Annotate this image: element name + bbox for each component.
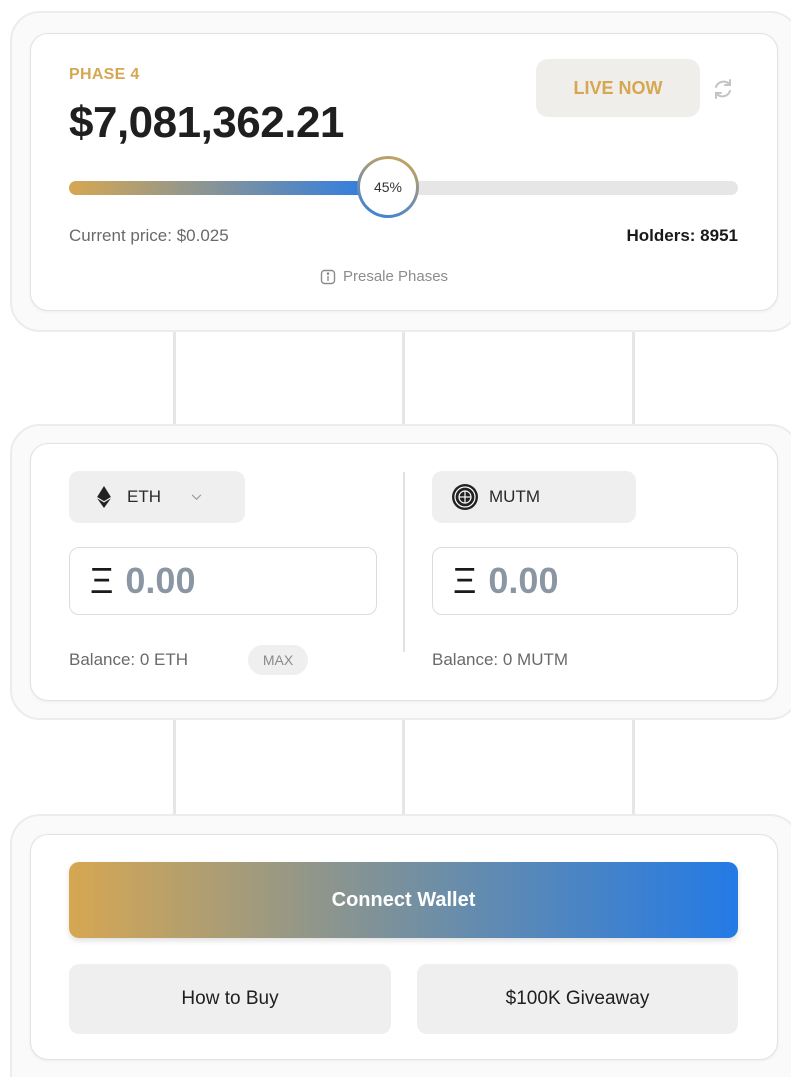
receive-balance: Balance: 0 MUTM — [432, 650, 569, 669]
pay-amount-input[interactable]: Ξ 0.00 — [69, 547, 377, 615]
how-to-buy-button[interactable]: How to Buy — [69, 964, 391, 1034]
receive-currency-symbol: Ξ — [453, 560, 477, 601]
pay-currency-symbol: Ξ — [90, 560, 114, 601]
pay-balance: Balance: 0 ETH — [69, 650, 189, 669]
swap-divider — [403, 472, 405, 652]
giveaway-button[interactable]: $100K Giveaway — [417, 964, 738, 1034]
receive-token-label: MUTM — [489, 487, 540, 506]
receive-amount-input[interactable]: Ξ 0.00 — [432, 547, 738, 615]
connector-line — [402, 720, 405, 814]
progress-percent: 45% — [373, 179, 403, 195]
chevron-down-icon — [191, 493, 202, 500]
connector-line — [632, 332, 635, 424]
refresh-icon[interactable] — [711, 77, 735, 101]
progress-indicator: 45% — [357, 156, 419, 218]
live-status-badge: LIVE NOW — [536, 59, 700, 117]
current-price: Current price: $0.025 — [69, 226, 229, 245]
presale-phases-link[interactable]: Presale Phases — [320, 268, 448, 285]
pay-token-label: ETH — [127, 487, 161, 506]
connector-line — [402, 332, 405, 424]
pay-token-select[interactable]: ETH — [69, 471, 245, 523]
receive-token-select[interactable]: MUTM — [432, 471, 636, 523]
connector-line — [173, 720, 176, 814]
amount-raised: $7,081,362.21 — [69, 98, 344, 147]
pay-amount-value: 0.00 — [125, 560, 196, 601]
connector-line — [173, 332, 176, 424]
connect-wallet-button[interactable]: Connect Wallet — [69, 862, 738, 938]
presale-phases-label: Presale Phases — [343, 268, 449, 285]
progress-fill — [69, 181, 371, 195]
phase-label: PHASE 4 — [69, 66, 140, 83]
holders-count: Holders: 8951 — [626, 226, 739, 245]
info-icon — [320, 269, 336, 284]
max-button[interactable]: MAX — [248, 645, 308, 675]
receive-amount-value: 0.00 — [488, 560, 559, 601]
connector-line — [632, 720, 635, 814]
ethereum-icon — [97, 486, 111, 508]
mutm-token-icon — [452, 484, 478, 510]
